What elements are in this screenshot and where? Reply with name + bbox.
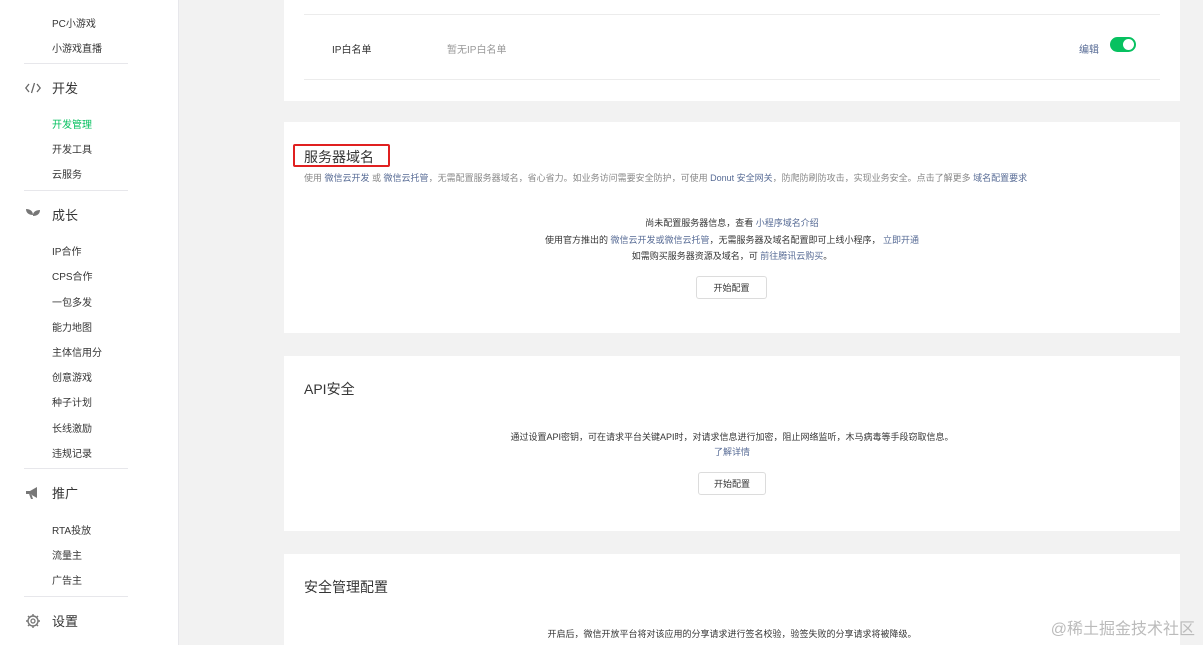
sidebar-group-settings[interactable]: 设置 <box>24 611 78 630</box>
donut-gateway-link[interactable]: Donut 安全网关 <box>710 173 773 183</box>
sidebar-group-dev[interactable]: 开发 <box>24 78 78 97</box>
sidebar-item-multi-package[interactable]: 一包多发 <box>52 294 92 309</box>
sidebar-item-creative-games[interactable]: 创意游戏 <box>52 369 92 384</box>
sidebar-group-growth-label: 成长 <box>52 208 79 223</box>
sidebar-item-cps[interactable]: CPS合作 <box>52 268 93 283</box>
cloud-dev-hosting-link[interactable]: 微信云开发或微信云托管 <box>610 235 709 245</box>
server-domain-desc: 使用 微信云开发 或 微信云托管，无需配置服务器域名，省心省力。如业务访问需要安… <box>304 171 1027 184</box>
sidebar-group-dev-label: 开发 <box>52 81 79 96</box>
sidebar-item-violations[interactable]: 违规记录 <box>52 445 92 460</box>
info-text: 。 <box>823 251 833 261</box>
security-config-card: 安全管理配置 开启后，微信开放平台将对该应用的分享请求进行签名校验，验签失败的分… <box>284 554 1180 645</box>
api-learn-more-row: 了解详情 <box>284 445 1180 458</box>
ip-whitelist-card: IP白名单 暂无IP白名单 编辑 <box>284 0 1180 101</box>
server-domain-card: 服务器域名 使用 微信云开发 或 微信云托管，无需配置服务器域名，省心省力。如业… <box>284 122 1180 333</box>
domain-requirements-link[interactable]: 域名配置要求 <box>973 173 1027 183</box>
api-security-card: API安全 通过设置API密钥，可在请求平台关键API时，对请求信息进行加密，阻… <box>284 356 1180 531</box>
sidebar-item-ip-coop[interactable]: IP合作 <box>52 243 81 258</box>
desc-text: ，无需配置服务器域名，省心省力。如业务访问需要安全防护，可使用 <box>428 173 711 183</box>
sidebar-item-advertiser[interactable]: 广告主 <box>52 572 82 587</box>
no-server-line: 尚未配置服务器信息，查看 小程序域名介绍 <box>284 216 1180 229</box>
api-start-config-button[interactable]: 开始配置 <box>698 472 766 495</box>
sidebar-item-rta[interactable]: RTA投放 <box>52 522 91 537</box>
sidebar-group-promo[interactable]: 推广 <box>24 483 78 502</box>
ip-whitelist-edit-link[interactable]: 编辑 <box>1079 41 1099 56</box>
api-security-desc: 通过设置API密钥，可在请求平台关键API时，对请求信息进行加密，阻止网络监听，… <box>510 432 954 442</box>
wechat-cloud-dev-link[interactable]: 微信云开发 <box>325 173 370 183</box>
learn-more-link[interactable]: 了解详情 <box>714 447 750 457</box>
sidebar-group-growth[interactable]: 成长 <box>24 205 78 224</box>
sidebar-item-credit-score[interactable]: 主体信用分 <box>52 344 102 359</box>
sidebar-divider <box>24 468 128 469</box>
sidebar-divider <box>24 190 128 191</box>
sidebar-item-traffic-owner[interactable]: 流量主 <box>52 547 82 562</box>
activate-now-link[interactable]: 立即开通 <box>883 235 919 245</box>
sidebar-divider <box>24 596 128 597</box>
ip-whitelist-toggle[interactable] <box>1110 37 1136 52</box>
watermark: @稀土掘金技术社区 <box>1050 621 1195 638</box>
official-service-line: 使用官方推出的 微信云开发或微信云托管，无需服务器及域名配置即可上线小程序， 立… <box>284 233 1180 246</box>
api-security-title: API安全 <box>304 381 355 397</box>
tencent-cloud-link[interactable]: 前往腾讯云购买 <box>760 251 823 261</box>
purchase-line: 如需购买服务器资源及域名，可 前往腾讯云购买。 <box>284 249 1180 262</box>
sidebar-divider <box>24 63 128 64</box>
sidebar-item-seed-plan[interactable]: 种子计划 <box>52 394 92 409</box>
code-icon <box>24 79 42 97</box>
server-domain-title: 服务器域名 <box>304 149 374 165</box>
sidebar-item-dev-tools[interactable]: 开发工具 <box>52 141 92 156</box>
start-config-button[interactable]: 开始配置 <box>696 276 767 299</box>
info-text: 如需购买服务器资源及域名，可 <box>631 251 761 261</box>
domain-intro-link[interactable]: 小程序域名介绍 <box>756 218 819 228</box>
sidebar-group-settings-label: 设置 <box>52 614 79 629</box>
wechat-cloud-hosting-link[interactable]: 微信云托管 <box>384 173 429 183</box>
desc-text: 或 <box>369 173 384 183</box>
sidebar-item-pc-games[interactable]: PC小游戏 <box>52 15 96 30</box>
security-config-desc: 开启后，微信开放平台将对该应用的分享请求进行签名校验，验签失败的分享请求将被降级… <box>547 629 917 639</box>
sidebar-item-long-incentive[interactable]: 长线激励 <box>52 420 92 435</box>
info-text: 使用官方推出的 <box>544 235 611 245</box>
sidebar: PC小游戏 小游戏直播 开发 开发管理 开发工具 云服务 成长 IP合作 CPS… <box>0 0 179 645</box>
sidebar-item-game-live[interactable]: 小游戏直播 <box>52 40 102 55</box>
ip-whitelist-label: IP白名单 <box>332 45 372 56</box>
sidebar-item-dev-manage[interactable]: 开发管理 <box>52 116 92 131</box>
info-text: ，无需服务器及域名配置即可上线小程序， <box>709 235 884 245</box>
sidebar-group-promo-label: 推广 <box>52 486 79 501</box>
security-config-title: 安全管理配置 <box>304 579 388 595</box>
ip-whitelist-row: IP白名单 暂无IP白名单 编辑 <box>304 14 1160 80</box>
sprout-icon <box>24 206 42 224</box>
ip-whitelist-value: 暂无IP白名单 <box>447 45 507 56</box>
info-text: 尚未配置服务器信息，查看 <box>645 218 756 228</box>
desc-text: 使用 <box>304 173 325 183</box>
sidebar-item-ability-map[interactable]: 能力地图 <box>52 319 92 334</box>
sidebar-item-cloud[interactable]: 云服务 <box>52 166 82 181</box>
megaphone-icon <box>24 484 42 502</box>
desc-text: ，防爬防刷防攻击，实现业务安全。点击了解更多 <box>772 173 974 183</box>
gear-icon <box>24 612 42 630</box>
